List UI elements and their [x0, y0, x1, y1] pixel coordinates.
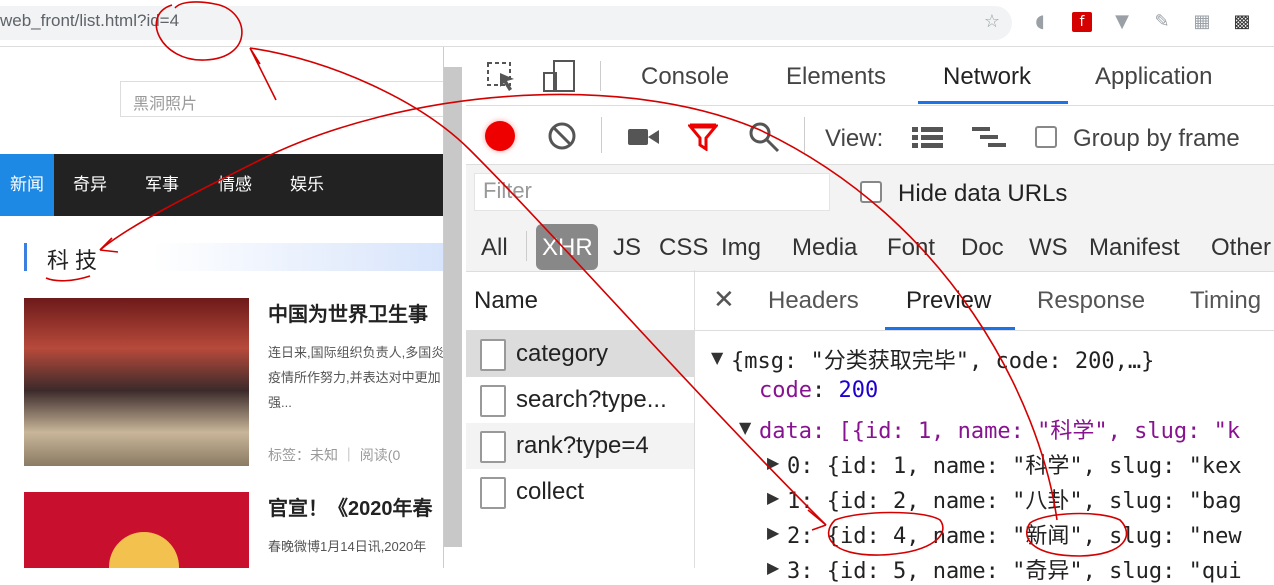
- request-list: Name category search?type... rank?type=4…: [466, 270, 695, 568]
- type-filter-other[interactable]: Other: [1211, 234, 1271, 262]
- filter-icon[interactable]: [686, 123, 720, 152]
- nav-item-strange[interactable]: 奇异: [62, 154, 118, 216]
- qrcode-icon[interactable]: ▩: [1232, 12, 1252, 32]
- type-filter-ws[interactable]: WS: [1029, 234, 1068, 262]
- clear-icon[interactable]: [547, 121, 577, 151]
- article-summary: 连日来,国际组织负责人,多国炎疫情所作努力,并表达对中更加强...: [268, 345, 443, 410]
- nav-item-military[interactable]: 军事: [134, 154, 190, 216]
- request-row[interactable]: rank?type=4: [466, 423, 694, 469]
- type-filter-js[interactable]: JS: [613, 234, 641, 262]
- view-label: View:: [825, 125, 884, 152]
- json-data-item[interactable]: 3: {id: 5, name: "奇异", slug: "qui: [787, 553, 1242, 585]
- flash-extension-icon[interactable]: f: [1072, 12, 1092, 32]
- web-page: 黑洞照片 新闻 奇异 军事 情感 娱乐 科技 中国为世界卫生事 连日来,国际组织…: [0, 47, 443, 568]
- article-title[interactable]: 中国为世界卫生事: [268, 298, 428, 327]
- request-name[interactable]: category: [516, 340, 608, 368]
- request-name[interactable]: search?type...: [516, 386, 667, 414]
- request-detail: ✕ Headers Preview Response Timing ▼ {msg…: [695, 270, 1274, 584]
- waterfall-icon[interactable]: [972, 125, 1008, 151]
- article-thumbnail[interactable]: [24, 298, 249, 466]
- address-bar: web_front/list.html?id=4 ☆ ◖ f ▼ ✎ ▦ ▩: [0, 0, 1274, 47]
- active-detail-tab-indicator: [885, 327, 1015, 330]
- json-data-item[interactable]: 2: {id: 4, name: "新闻", slug: "new: [787, 518, 1242, 550]
- document-icon: [480, 385, 506, 417]
- json-value: 200: [838, 378, 879, 403]
- json-data-item[interactable]: 1: {id: 2, name: "八卦", slug: "bag: [787, 483, 1242, 515]
- json-data-item[interactable]: 0: {id: 1, name: "科学", slug: "kex: [787, 448, 1242, 480]
- close-icon[interactable]: ✕: [713, 284, 735, 315]
- tab-elements[interactable]: Elements: [786, 63, 886, 91]
- device-toolbar-icon[interactable]: [542, 59, 576, 93]
- document-icon: [480, 431, 506, 463]
- request-name[interactable]: collect: [516, 478, 584, 506]
- json-code: code: 200: [759, 378, 879, 403]
- large-rows-icon[interactable]: [912, 125, 944, 151]
- page-scrollbar[interactable]: [444, 67, 462, 547]
- type-filter-font[interactable]: Font: [887, 234, 935, 262]
- bookmark-star-icon[interactable]: ☆: [982, 12, 1002, 32]
- type-filter-css[interactable]: CSS: [659, 234, 708, 262]
- type-filter-xhr[interactable]: XHR: [542, 234, 593, 262]
- nav-item-emotion[interactable]: 情感: [207, 154, 263, 216]
- request-row[interactable]: search?type...: [466, 377, 694, 423]
- article-meta: 标签：未知 ｜ 阅读(0: [268, 447, 401, 463]
- tab-response[interactable]: Response: [1037, 287, 1145, 315]
- request-row[interactable]: collect: [466, 469, 694, 515]
- extension-icon[interactable]: ▦: [1192, 12, 1212, 32]
- inspect-element-icon[interactable]: [486, 61, 518, 93]
- expand-triangle-icon[interactable]: ▶: [767, 523, 779, 542]
- type-filter-manifest[interactable]: Manifest: [1089, 234, 1180, 262]
- active-tab-indicator: [918, 101, 1068, 104]
- category-title: 科技: [47, 248, 104, 273]
- category-nav: 新闻 奇异 军事 情感 娱乐: [0, 154, 443, 216]
- tab-preview[interactable]: Preview: [906, 287, 991, 315]
- vue-extension-icon[interactable]: ▼: [1112, 12, 1132, 32]
- json-data-line[interactable]: data: [{id: 1, name: "科学", slug: "k: [759, 413, 1240, 445]
- name-column-header[interactable]: Name: [474, 287, 538, 315]
- json-key: code: [759, 378, 812, 403]
- tab-application[interactable]: Application: [1095, 63, 1212, 91]
- screenshot-camera-icon[interactable]: [628, 127, 660, 147]
- expand-triangle-icon[interactable]: ▶: [767, 453, 779, 472]
- tab-network[interactable]: Network: [943, 63, 1031, 91]
- nav-item-news[interactable]: 新闻: [0, 154, 54, 216]
- devtools-panel: Console Elements Network Application Vie…: [443, 47, 1274, 584]
- record-icon[interactable]: [485, 121, 515, 151]
- group-by-frame-label: Group by frame: [1073, 125, 1240, 152]
- hide-data-urls-label: Hide data URLs: [898, 180, 1068, 207]
- tab-console[interactable]: Console: [641, 63, 729, 91]
- nav-item-entertainment[interactable]: 娱乐: [279, 154, 335, 216]
- search-icon[interactable]: [748, 121, 780, 153]
- eyedropper-icon[interactable]: ✎: [1152, 12, 1172, 32]
- article-title[interactable]: 官宣！《2020年春: [268, 492, 433, 521]
- article-thumbnail[interactable]: [24, 492, 249, 568]
- group-by-frame-checkbox[interactable]: [1035, 126, 1057, 148]
- search-input[interactable]: 黑洞照片: [120, 81, 443, 117]
- expand-triangle-icon[interactable]: ▶: [767, 488, 779, 507]
- tab-headers[interactable]: Headers: [768, 287, 859, 315]
- expand-triangle-icon[interactable]: ▼: [711, 348, 723, 367]
- extension-shield-icon[interactable]: ◖: [1030, 12, 1050, 32]
- article-summary: 春晚微博1月14日讯,2020年: [268, 539, 427, 554]
- type-filter-img[interactable]: Img: [721, 234, 761, 262]
- tab-timing[interactable]: Timing: [1190, 287, 1261, 315]
- json-root[interactable]: {msg: "分类获取完毕", code: 200,…}: [731, 343, 1154, 375]
- type-filter-media[interactable]: Media: [792, 234, 857, 262]
- request-name[interactable]: rank?type=4: [516, 432, 649, 460]
- filter-input[interactable]: Filter: [474, 173, 830, 211]
- request-row[interactable]: category: [466, 331, 694, 377]
- type-filter-all[interactable]: All: [481, 234, 508, 262]
- url-text[interactable]: web_front/list.html?id=4: [0, 11, 179, 31]
- type-filter-doc[interactable]: Doc: [961, 234, 1004, 262]
- hide-data-urls-checkbox[interactable]: [860, 181, 882, 203]
- document-icon: [480, 339, 506, 371]
- expand-triangle-icon[interactable]: ▼: [739, 418, 751, 437]
- category-heading: 科技: [24, 243, 443, 273]
- document-icon: [480, 477, 506, 509]
